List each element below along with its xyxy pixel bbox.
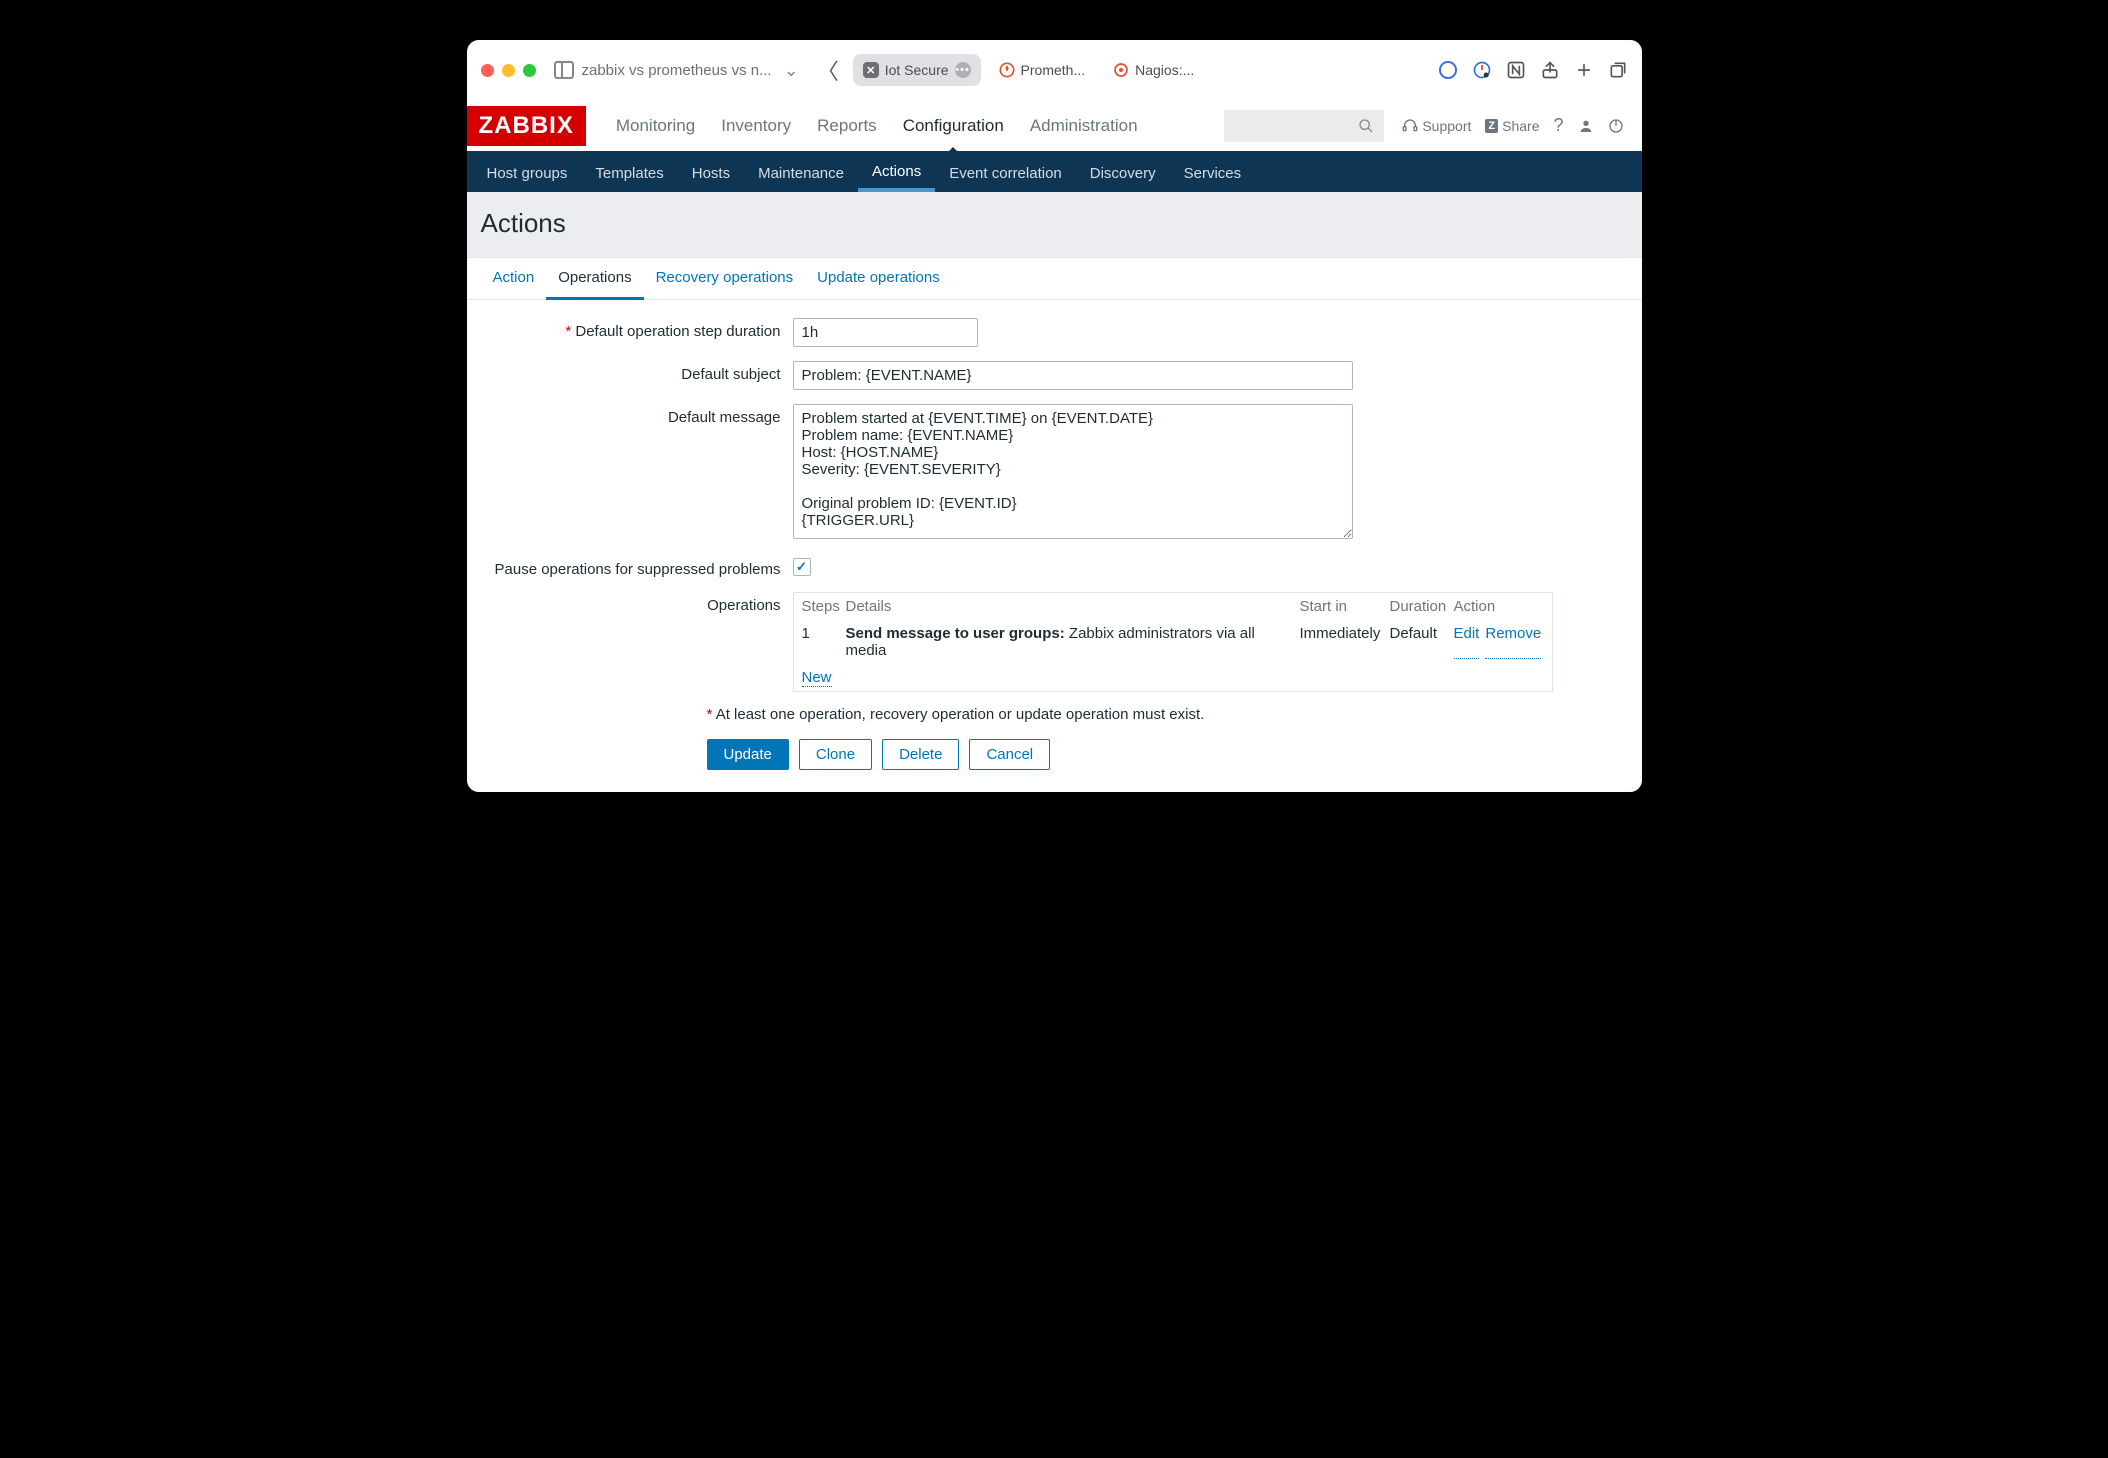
browser-tab-label: Iot Secure <box>885 62 949 78</box>
cancel-button[interactable]: Cancel <box>969 739 1050 770</box>
search-icon <box>1358 118 1374 134</box>
sub-nav: Host groups Templates Hosts Maintenance … <box>467 154 1642 192</box>
cell-steps: 1 <box>802 625 846 659</box>
cell-duration: Default <box>1390 625 1454 659</box>
subnav-templates[interactable]: Templates <box>581 154 677 192</box>
col-steps: Steps <box>802 598 846 615</box>
subnav-event-correlation[interactable]: Event correlation <box>935 154 1076 192</box>
extension-icon[interactable] <box>1438 60 1458 80</box>
tab-action[interactable]: Action <box>481 258 547 299</box>
delete-button[interactable]: Delete <box>882 739 959 770</box>
tab-operations[interactable]: Operations <box>546 258 643 300</box>
remove-link[interactable]: Remove <box>1485 625 1541 659</box>
search-input[interactable] <box>1224 110 1384 142</box>
app-header: ZABBIX Monitoring Inventory Reports Conf… <box>467 100 1642 154</box>
subnav-hosts[interactable]: Hosts <box>678 154 744 192</box>
step-duration-input[interactable] <box>793 318 978 347</box>
pause-checkbox[interactable]: ✓ <box>793 558 811 576</box>
default-subject-input[interactable] <box>793 361 1353 390</box>
subnav-maintenance[interactable]: Maintenance <box>744 154 858 192</box>
power-icon[interactable] <box>1608 118 1624 134</box>
cell-start: Immediately <box>1300 625 1390 659</box>
table-row: 1 Send message to user groups: Zabbix ad… <box>794 620 1552 664</box>
form-buttons: Update Clone Delete Cancel <box>707 739 1628 770</box>
chevron-down-icon[interactable]: ⌄ <box>780 60 803 81</box>
subnav-services[interactable]: Services <box>1170 154 1256 192</box>
subnav-actions[interactable]: Actions <box>858 154 935 192</box>
col-action: Action <box>1454 598 1544 615</box>
notion-icon[interactable] <box>1506 60 1526 80</box>
prometheus-icon <box>999 62 1015 78</box>
browser-toolbar: zabbix vs prometheus vs n... ⌄ 〈 ✕ Iot S… <box>467 40 1642 100</box>
tab-group-title[interactable]: zabbix vs prometheus vs n... <box>582 62 772 79</box>
tab-update-operations[interactable]: Update operations <box>805 258 952 299</box>
user-icon[interactable] <box>1578 118 1594 134</box>
tab-favicon-icon: ✕ <box>863 62 879 78</box>
operations-table: Steps Details Start in Duration Action 1… <box>793 592 1553 692</box>
back-button[interactable]: 〈 <box>811 54 845 86</box>
browser-tab-nagios[interactable]: Nagios:... <box>1103 54 1204 86</box>
cell-details: Send message to user groups: Zabbix admi… <box>846 625 1300 659</box>
window-controls <box>481 64 536 77</box>
close-window-button[interactable] <box>481 64 494 77</box>
label-operations: Operations <box>481 592 793 614</box>
label-default-message: Default message <box>481 404 793 426</box>
label-step-duration: Default operation step duration <box>575 323 780 340</box>
share-link[interactable]: Z Share <box>1485 118 1539 134</box>
nav-monitoring[interactable]: Monitoring <box>604 102 707 150</box>
tabs-overview-icon[interactable] <box>1608 60 1628 80</box>
col-start: Start in <box>1300 598 1390 615</box>
main-nav: Monitoring Inventory Reports Configurati… <box>604 102 1150 150</box>
help-button[interactable]: ? <box>1553 115 1563 136</box>
extension-icon[interactable] <box>1472 60 1492 80</box>
nav-reports[interactable]: Reports <box>805 102 889 150</box>
subnav-host-groups[interactable]: Host groups <box>473 154 582 192</box>
header-right: Support Z Share ? <box>1402 115 1623 136</box>
edit-link[interactable]: Edit <box>1454 625 1480 659</box>
form-tabs: Action Operations Recovery operations Up… <box>467 258 1642 300</box>
col-details: Details <box>846 598 1300 615</box>
browser-toolbar-right <box>1438 60 1628 80</box>
browser-tab-label: Prometh... <box>1021 62 1086 78</box>
zabbix-logo[interactable]: ZABBIX <box>467 106 586 146</box>
new-operation-link[interactable]: New <box>802 669 832 687</box>
headset-icon <box>1402 118 1418 134</box>
support-link[interactable]: Support <box>1402 118 1471 134</box>
maximize-window-button[interactable] <box>523 64 536 77</box>
operations-form: * Default operation step duration Defaul… <box>467 300 1642 792</box>
new-tab-button[interactable] <box>1574 60 1594 80</box>
browser-tab-prometheus[interactable]: Prometh... <box>989 54 1096 86</box>
nav-administration[interactable]: Administration <box>1018 102 1150 150</box>
label-pause: Pause operations for suppressed problems <box>481 556 793 578</box>
content-panel: Action Operations Recovery operations Up… <box>467 257 1642 792</box>
sidebar-toggle-icon[interactable] <box>554 60 574 80</box>
update-button[interactable]: Update <box>707 739 789 770</box>
nav-configuration[interactable]: Configuration <box>891 102 1016 150</box>
page-title: Actions <box>467 192 1642 257</box>
col-duration: Duration <box>1390 598 1454 615</box>
tab-more-icon[interactable]: ••• <box>955 62 971 78</box>
nagios-icon <box>1113 62 1129 78</box>
browser-tab-iot-secure[interactable]: ✕ Iot Secure ••• <box>853 54 981 86</box>
required-note: * At least one operation, recovery opera… <box>707 706 1628 723</box>
share-icon[interactable] <box>1540 60 1560 80</box>
nav-inventory[interactable]: Inventory <box>709 102 803 150</box>
tab-recovery-operations[interactable]: Recovery operations <box>644 258 806 299</box>
z-icon: Z <box>1485 119 1498 133</box>
clone-button[interactable]: Clone <box>799 739 872 770</box>
browser-tab-label: Nagios:... <box>1135 62 1194 78</box>
minimize-window-button[interactable] <box>502 64 515 77</box>
label-default-subject: Default subject <box>481 361 793 383</box>
subnav-discovery[interactable]: Discovery <box>1076 154 1170 192</box>
default-message-textarea[interactable] <box>793 404 1353 539</box>
